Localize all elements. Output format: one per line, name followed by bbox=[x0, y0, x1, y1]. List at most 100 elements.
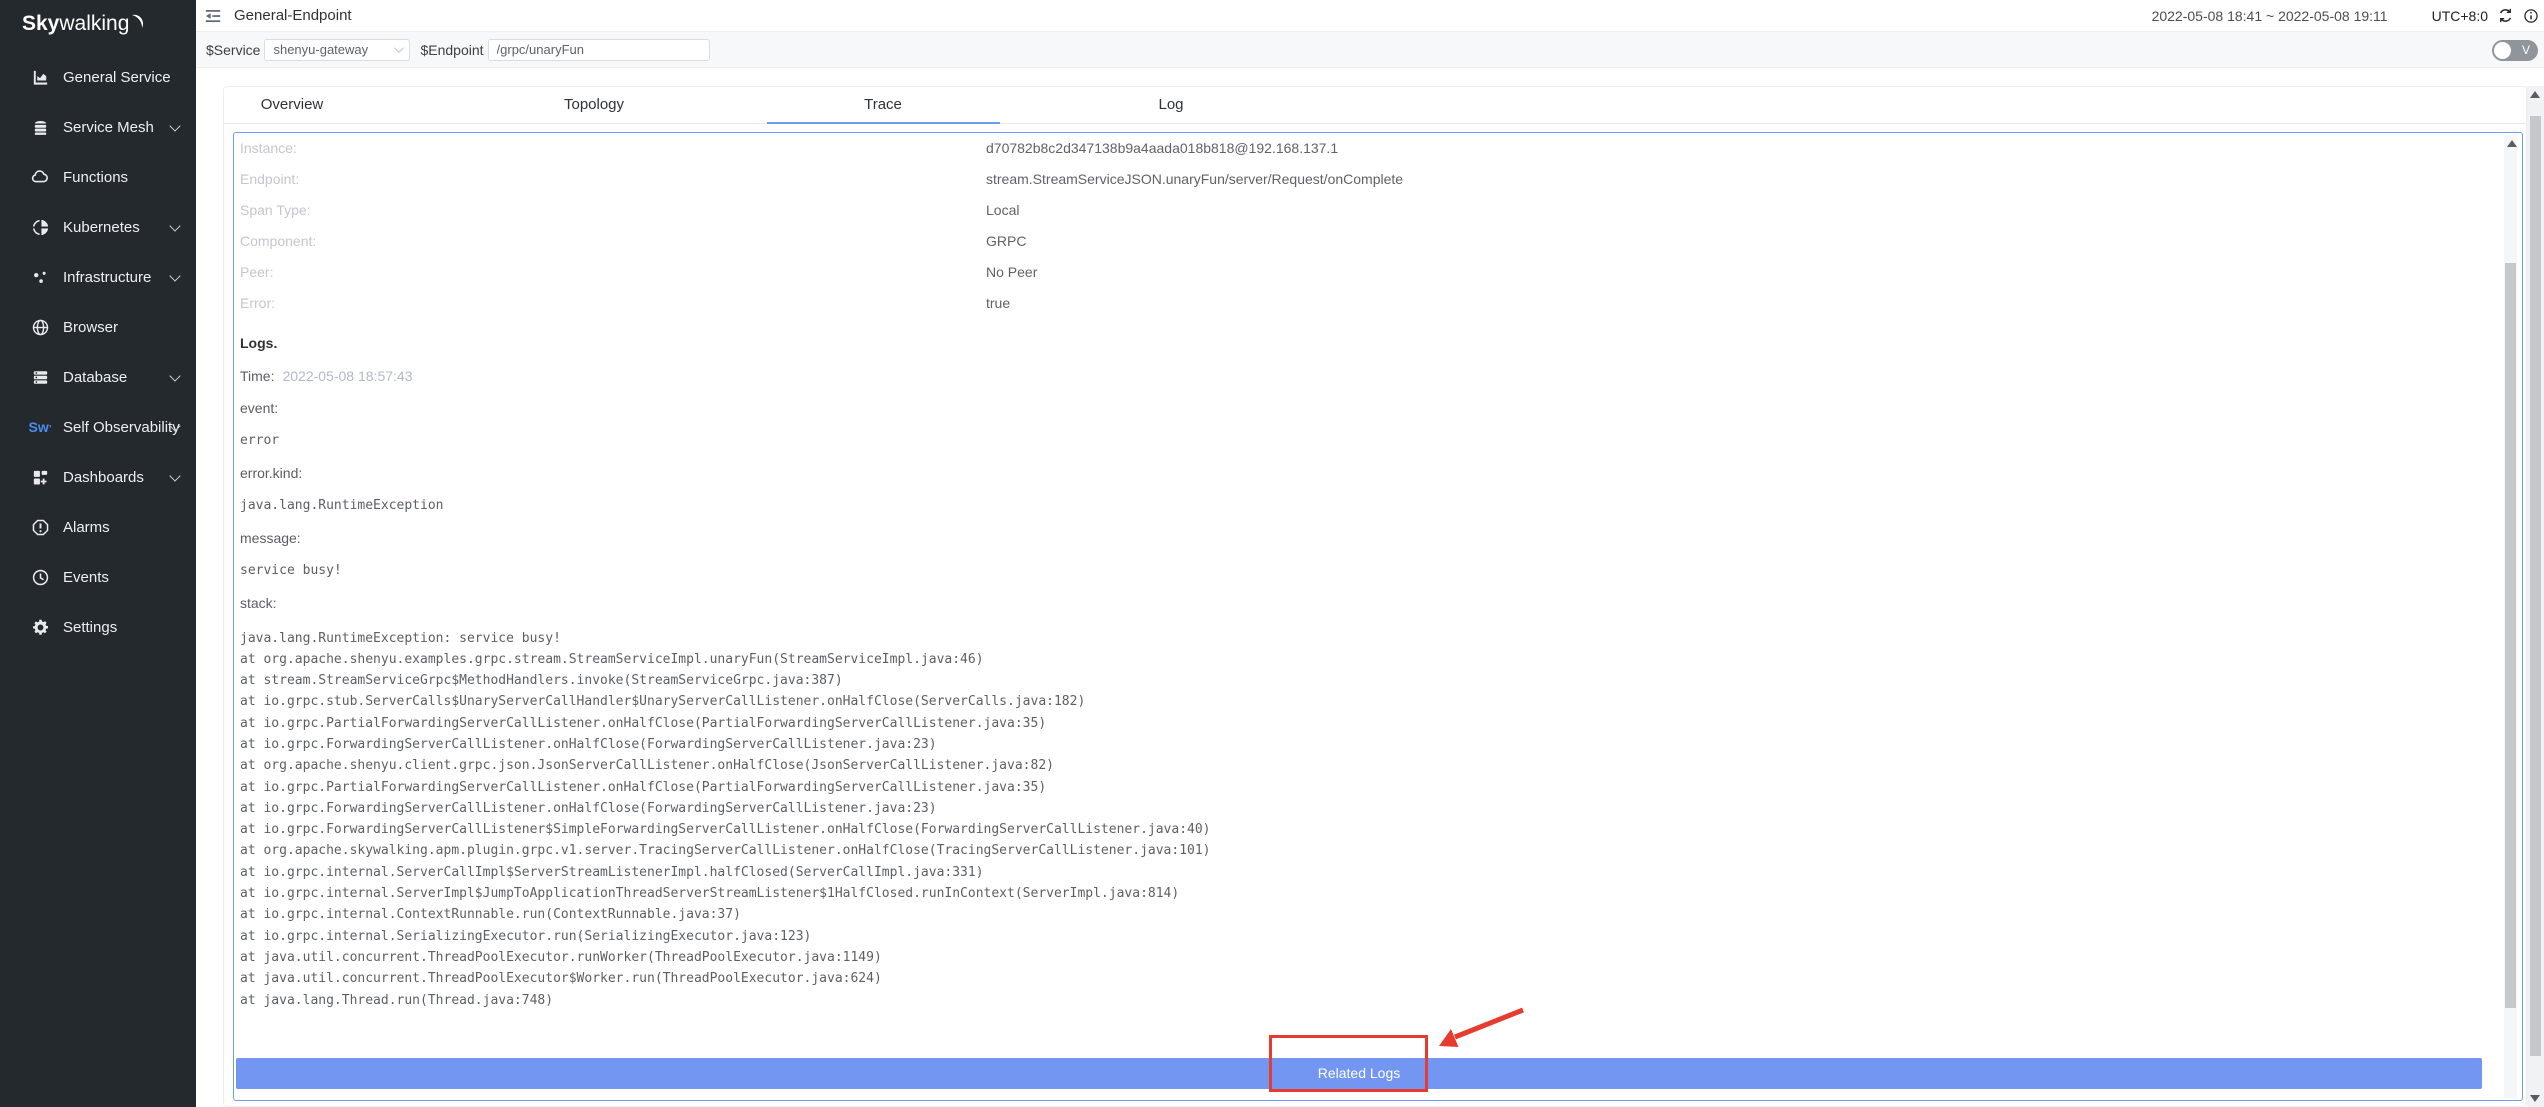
page-scrollbar-thumb[interactable] bbox=[2530, 116, 2541, 1056]
sidebar-item-alarms[interactable]: Alarms bbox=[0, 502, 196, 552]
sidebar-item-dashboards[interactable]: Dashboards bbox=[0, 452, 196, 502]
service-label: $Service bbox=[206, 42, 260, 58]
span-fields: Instance: d70782b8c2d347138b9a4aada018b81… bbox=[240, 135, 2492, 321]
span-field-row: Component: GRPC bbox=[240, 228, 2492, 254]
sidebar-item-label: Service Mesh bbox=[63, 119, 154, 136]
service-select-value: shenyu-gateway bbox=[273, 42, 368, 57]
scroll-up-icon[interactable] bbox=[2530, 91, 2540, 98]
sidebar-nav: General Service Service Mesh Functions Kube… bbox=[0, 52, 196, 652]
tab-bar: Overview Topology Trace Log bbox=[224, 87, 2526, 124]
view-toggle[interactable]: V bbox=[2492, 40, 2538, 61]
alarm-icon bbox=[30, 517, 50, 537]
sidebar-item-label: Alarms bbox=[63, 519, 110, 536]
grid-icon bbox=[30, 467, 50, 487]
tab-trace[interactable]: Trace bbox=[864, 96, 902, 113]
page-scrollbar[interactable] bbox=[2527, 86, 2544, 1107]
sidebar-item-service-mesh[interactable]: Service Mesh bbox=[0, 102, 196, 152]
clock-icon bbox=[30, 567, 50, 587]
chevron-down-icon bbox=[169, 220, 180, 231]
timezone-label[interactable]: UTC+8:0 bbox=[2432, 8, 2488, 24]
sidebar-item-label: Self Observability bbox=[63, 419, 180, 436]
span-field-row: Peer: No Peer bbox=[240, 259, 2492, 285]
span-field-label: Span Type: bbox=[240, 202, 311, 218]
service-select[interactable]: shenyu-gateway bbox=[264, 39, 410, 61]
sidebar-item-label: Dashboards bbox=[63, 469, 144, 486]
sidebar-item-functions[interactable]: Functions bbox=[0, 152, 196, 202]
sidebar-item-label: Events bbox=[63, 569, 109, 586]
panel-scrollbar[interactable] bbox=[2504, 135, 2517, 1098]
chevron-down-icon bbox=[169, 370, 180, 381]
endpoint-label: $Endpoint bbox=[420, 42, 483, 58]
sidebar-item-events[interactable]: Events bbox=[0, 552, 196, 602]
log-entry-label: message: bbox=[240, 530, 2492, 546]
log-time-row: Time: 2022-05-08 18:57:43 bbox=[240, 368, 2492, 384]
info-icon[interactable] bbox=[2523, 8, 2539, 24]
span-field-row: Error:true bbox=[240, 290, 2492, 316]
span-field-value: GRPC bbox=[986, 228, 1026, 254]
stack-label: stack: bbox=[240, 595, 2492, 611]
stack-trace: java.lang.RuntimeException: service busy… bbox=[240, 628, 2492, 1011]
sidebar-item-general-service[interactable]: General Service bbox=[0, 52, 196, 102]
logo-text-light: walking bbox=[59, 12, 129, 36]
sidebar-item-label: Settings bbox=[63, 619, 117, 636]
span-field-label: Endpoint: bbox=[240, 171, 299, 187]
chart-icon bbox=[30, 67, 50, 87]
chevron-down-icon bbox=[169, 120, 180, 131]
span-logs-section: Logs. Time: 2022-05-08 18:57:43 event: err… bbox=[240, 335, 2492, 1011]
wheel-icon bbox=[30, 217, 50, 237]
time-range[interactable]: 2022-05-08 18:41 ~ 2022-05-08 19:11 bbox=[2152, 8, 2388, 24]
page-title: General-Endpoint bbox=[234, 7, 352, 24]
span-field-row: Endpoint: stream.StreamServiceJSON.unaryF… bbox=[240, 166, 2492, 192]
chevron-down-icon bbox=[169, 270, 180, 281]
sidebar-item-browser[interactable]: Browser bbox=[0, 302, 196, 352]
collapse-sidebar-icon[interactable] bbox=[204, 7, 222, 25]
logo-text-bold: Sky bbox=[22, 12, 59, 36]
log-entry-value: error bbox=[240, 433, 2492, 449]
sidebar-item-database[interactable]: Database bbox=[0, 352, 196, 402]
sidebar-item-label: Database bbox=[63, 369, 127, 386]
span-field-value: stream.StreamServiceJSON.unaryFun/server… bbox=[986, 166, 1403, 192]
span-field-value: d70782b8c2d347138b9a4aada018b818@192.168… bbox=[986, 135, 1338, 161]
sidebar-item-settings[interactable]: Settings bbox=[0, 602, 196, 652]
sidebar-item-kubernetes[interactable]: Kubernetes bbox=[0, 202, 196, 252]
tab-log[interactable]: Log bbox=[1158, 96, 1183, 113]
span-field-label: Instance: bbox=[240, 140, 297, 156]
log-entry-label: event: bbox=[240, 400, 2492, 416]
refresh-icon[interactable] bbox=[2497, 7, 2514, 24]
sidebar: Skywalking General Service Service Mesh Fu… bbox=[0, 0, 196, 1107]
toggle-label: V bbox=[2522, 43, 2530, 57]
span-field-label: Peer: bbox=[240, 264, 273, 280]
log-entry-value: service busy! bbox=[240, 563, 2492, 579]
scroll-down-icon[interactable] bbox=[2530, 1095, 2540, 1102]
chevron-down-icon bbox=[169, 470, 180, 481]
logo-crescent-icon bbox=[130, 13, 146, 31]
related-logs-button[interactable]: Related Logs bbox=[236, 1058, 2482, 1089]
sidebar-item-infrastructure[interactable]: Infrastructure bbox=[0, 252, 196, 302]
gear-icon bbox=[30, 617, 50, 637]
log-entry-value: java.lang.RuntimeException bbox=[240, 498, 2492, 514]
globe-icon bbox=[30, 317, 50, 337]
dashboard-toolbar: $Service shenyu-gateway $Endpoint V bbox=[196, 31, 2544, 68]
span-field-label: Component: bbox=[240, 233, 316, 249]
endpoint-input[interactable] bbox=[488, 39, 710, 61]
log-time-label: Time: bbox=[240, 368, 274, 384]
span-field-value: true bbox=[986, 290, 1010, 316]
sidebar-item-self-observability[interactable]: Sw’Self Observability bbox=[0, 402, 196, 452]
span-field-row: Span Type:Local bbox=[240, 197, 2492, 223]
span-field-value: No Peer bbox=[986, 259, 1037, 285]
page-header: General-Endpoint 2022-05-08 18:41 ~ 2022… bbox=[196, 0, 2544, 31]
log-time-value: 2022-05-08 18:57:43 bbox=[282, 368, 412, 384]
tab-overview[interactable]: Overview bbox=[261, 96, 324, 113]
tab-topology[interactable]: Topology bbox=[564, 96, 624, 113]
logs-heading: Logs. bbox=[240, 335, 2492, 351]
scroll-up-icon[interactable] bbox=[2507, 140, 2517, 147]
log-entry-label: error.kind: bbox=[240, 465, 2492, 481]
dots-icon bbox=[30, 267, 50, 287]
log-entries: event: error error.kind: java.lang.RuntimeE… bbox=[240, 400, 2492, 579]
cloud-icon bbox=[30, 167, 50, 187]
span-detail-panel: Instance: d70782b8c2d347138b9a4aada018b81… bbox=[233, 132, 2523, 1101]
sidebar-item-label: Browser bbox=[63, 319, 118, 336]
layers-icon bbox=[30, 117, 50, 137]
sidebar-item-label: Kubernetes bbox=[63, 219, 140, 236]
panel-scrollbar-thumb[interactable] bbox=[2505, 263, 2516, 1008]
